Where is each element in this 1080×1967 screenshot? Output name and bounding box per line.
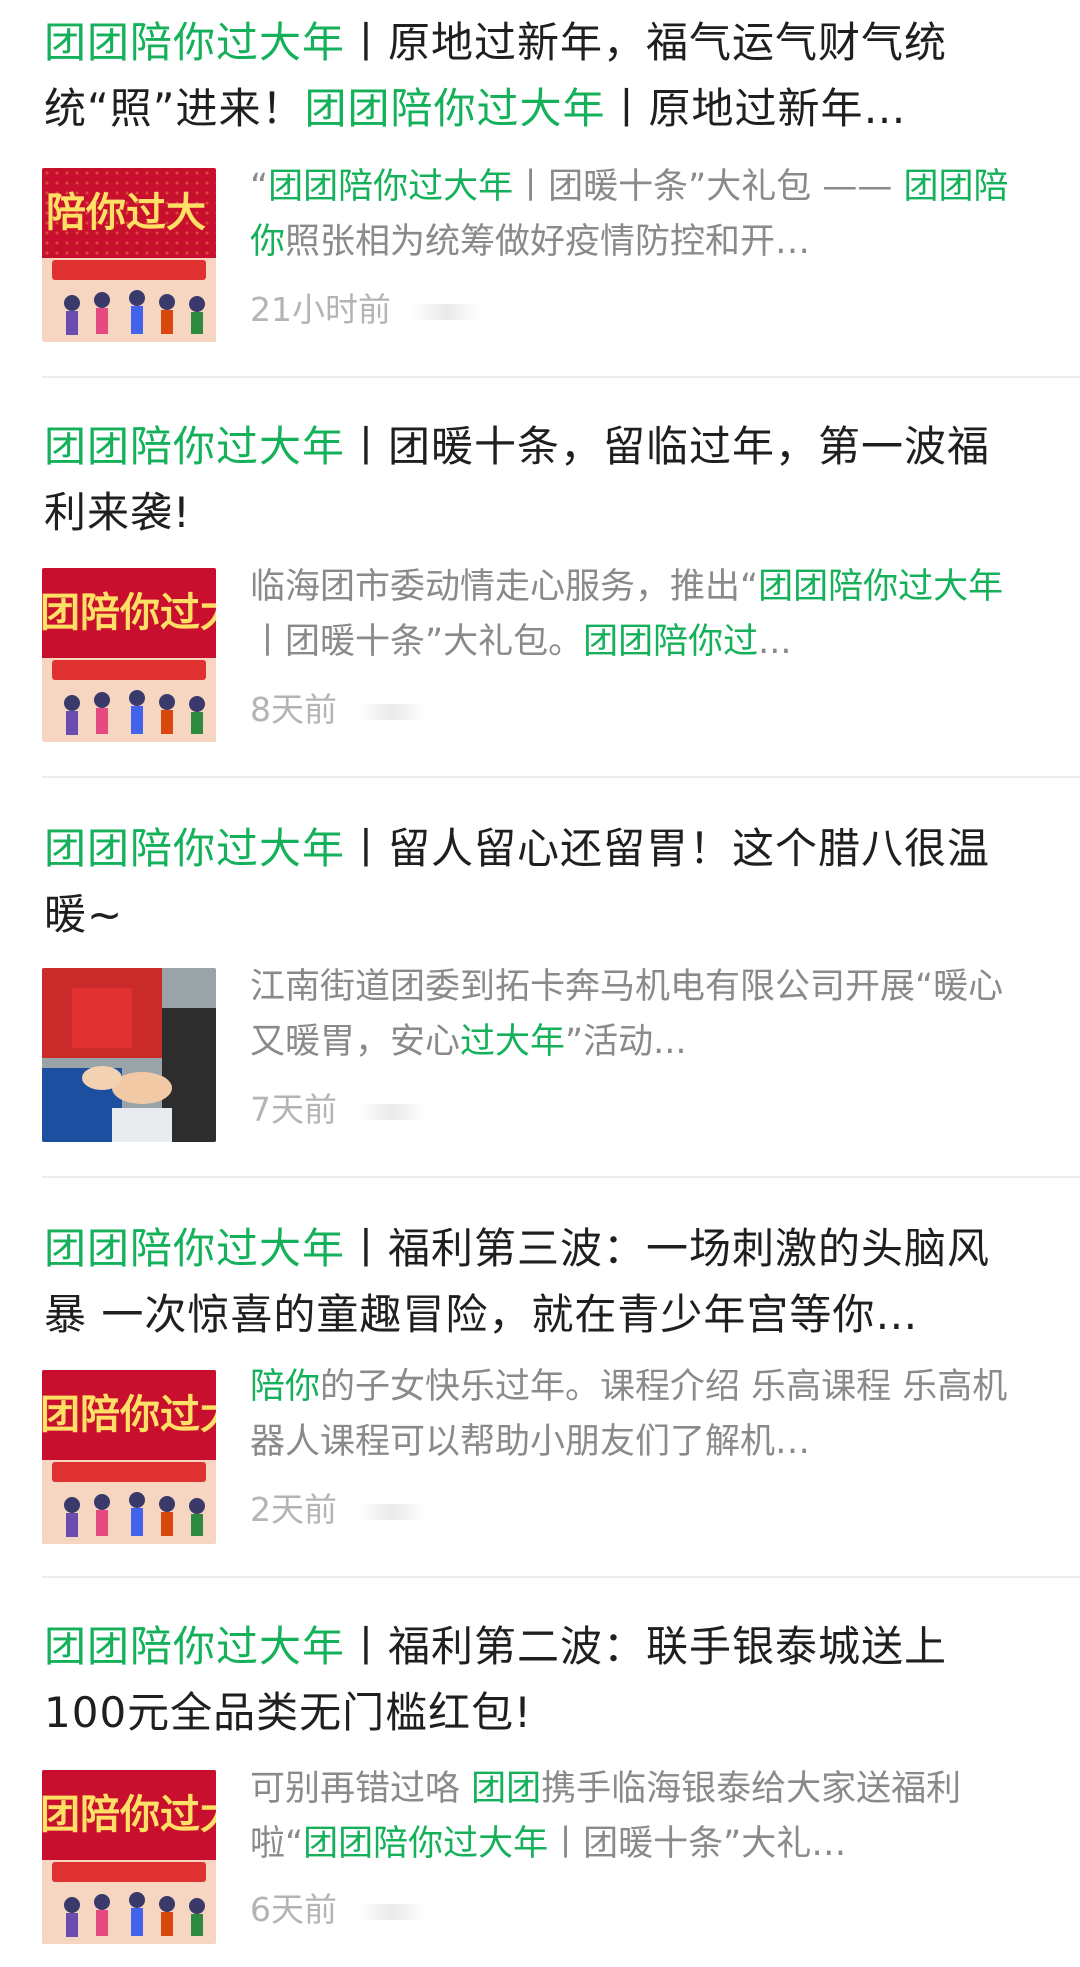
highlight-keyword: 团团 (471, 1769, 542, 1809)
banner-text: 陪你过大 (46, 190, 206, 236)
result-time: 8天前 (250, 690, 337, 729)
highlight-keyword: 团团陪你过大年 (44, 422, 346, 471)
redacted-source (411, 303, 481, 320)
highlight-keyword: 团团陪你过大年 (304, 84, 606, 133)
highlight-keyword: 团团陪你过大年 (44, 18, 346, 67)
highlight-keyword: 陪你 (250, 1367, 321, 1407)
festival-banner-image: 团陪你过大 (42, 1770, 216, 1944)
divider (42, 376, 1080, 378)
result-item-2[interactable]: 团团陪你过大年丨团暖十条，留临过年，第一波福利来袭! 团陪你过大 临海团市委动情… (0, 400, 1080, 780)
text-segment: 临海团市委动情走心服务，推出“ (250, 567, 759, 607)
result-meta: 2天前 (250, 1490, 427, 1530)
result-meta: 8天前 (250, 690, 427, 730)
text-segment: ”活动... (565, 1022, 687, 1062)
result-title[interactable]: 团团陪你过大年丨福利第三波：一场刺激的头脑风暴 一次惊喜的童趣冒险，就在青少年宫… (44, 1216, 1024, 1348)
festival-banner-image: 陪你过大 (42, 168, 216, 342)
highlight-keyword: 团团陪你过大年 (303, 1824, 549, 1864)
result-snippet: 江南街道团委到拓卡奔马机电有限公司开展“暖心又暖胃，安心过大年”活动... (250, 960, 1030, 1070)
result-item-3[interactable]: 团团陪你过大年丨留人留心还留胃！这个腊八很温暖~ 江南街道团委到拓卡奔马机电有限… (0, 800, 1080, 1180)
text-segment: 的子女快乐过年。课程介绍 乐高课程 乐高机器人课程可以帮助小朋友们了解机… (250, 1367, 1008, 1462)
text-segment: 丨团暖十条”大礼包。 (250, 622, 584, 662)
banner-text: 团陪你过大 (42, 1392, 216, 1438)
result-snippet: 陪你的子女快乐过年。课程介绍 乐高课程 乐高机器人课程可以帮助小朋友们了解机… (250, 1360, 1030, 1470)
redacted-source (357, 1103, 427, 1120)
result-thumbnail (42, 968, 216, 1142)
result-meta: 6天前 (250, 1890, 427, 1930)
banner-text: 团陪你过大 (42, 590, 216, 636)
highlight-keyword: 团团陪你过大年 (44, 824, 346, 873)
redacted-source (357, 1903, 427, 1920)
divider (42, 1176, 1080, 1178)
result-thumbnail: 团陪你过大 (42, 1770, 216, 1944)
result-snippet: 临海团市委动情走心服务，推出“团团陪你过大年丨团暖十条”大礼包。团团陪你过... (250, 560, 1030, 670)
result-time: 7天前 (250, 1090, 337, 1129)
divider (42, 776, 1080, 778)
result-snippet: “团团陪你过大年丨团暖十条”大礼包 —— 团团陪你照张相为统筹做好疫情防控和开… (250, 160, 1030, 270)
redacted-source (357, 703, 427, 720)
result-item-1[interactable]: 团团陪你过大年丨原地过新年，福气运气财气统统“照”进来！团团陪你过大年丨原地过新… (0, 0, 1080, 380)
highlight-keyword: 团团陪你过大年 (44, 1622, 346, 1671)
result-meta: 21小时前 (250, 290, 481, 330)
banner-text: 团陪你过大 (42, 1792, 216, 1838)
result-thumbnail: 团陪你过大 (42, 1370, 216, 1544)
festival-banner-image: 团陪你过大 (42, 568, 216, 742)
result-meta: 7天前 (250, 1090, 427, 1130)
result-item-5[interactable]: 团团陪你过大年丨福利第二波：联手银泰城送上100元全品类无门槛红包! 团陪你过大… (0, 1600, 1080, 1967)
highlight-keyword: 团团陪你过大年 (44, 1224, 346, 1273)
text-segment: ... (758, 622, 792, 662)
result-title[interactable]: 团团陪你过大年丨原地过新年，福气运气财气统统“照”进来！团团陪你过大年丨原地过新… (44, 10, 1024, 142)
result-item-4[interactable]: 团团陪你过大年丨福利第三波：一场刺激的头脑风暴 一次惊喜的童趣冒险，就在青少年宫… (0, 1200, 1080, 1580)
result-title[interactable]: 团团陪你过大年丨留人留心还留胃！这个腊八很温暖~ (44, 816, 1024, 948)
highlight-keyword: 团团陪你过 (583, 622, 759, 662)
result-time: 2天前 (250, 1490, 337, 1529)
result-snippet: 可别再错过咯 团团携手临海银泰给大家送福利啦“团团陪你过大年丨团暖十条”大礼… (250, 1762, 1030, 1872)
result-title[interactable]: 团团陪你过大年丨团暖十条，留临过年，第一波福利来袭! (44, 414, 1024, 546)
result-title[interactable]: 团团陪你过大年丨福利第二波：联手银泰城送上100元全品类无门槛红包! (44, 1614, 1024, 1746)
highlight-keyword: 过大年 (460, 1022, 566, 1062)
highlight-keyword: 团团陪你过大年 (758, 567, 1004, 607)
divider (42, 1576, 1080, 1578)
text-segment: 可别再错过咯 (250, 1769, 472, 1809)
result-thumbnail: 陪你过大 (42, 168, 216, 342)
result-time: 6天前 (250, 1890, 337, 1929)
text-segment: 丨团暖十条”大礼包 —— (513, 167, 904, 207)
result-thumbnail: 团陪你过大 (42, 568, 216, 742)
redacted-source (357, 1503, 427, 1520)
festival-banner-image: 团陪你过大 (42, 1370, 216, 1544)
highlight-keyword: 团团陪你过大年 (268, 167, 514, 207)
photo-image (42, 968, 216, 1142)
result-time: 21小时前 (250, 290, 391, 329)
text-segment: 丨原地过新年… (605, 84, 907, 133)
search-results-list: 团团陪你过大年丨原地过新年，福气运气财气统统“照”进来！团团陪你过大年丨原地过新… (0, 0, 1080, 1967)
text-segment: 丨团暖十条”大礼… (548, 1824, 847, 1864)
text-segment: 照张相为统筹做好疫情防控和开… (285, 222, 811, 262)
text-segment: “ (250, 167, 269, 207)
